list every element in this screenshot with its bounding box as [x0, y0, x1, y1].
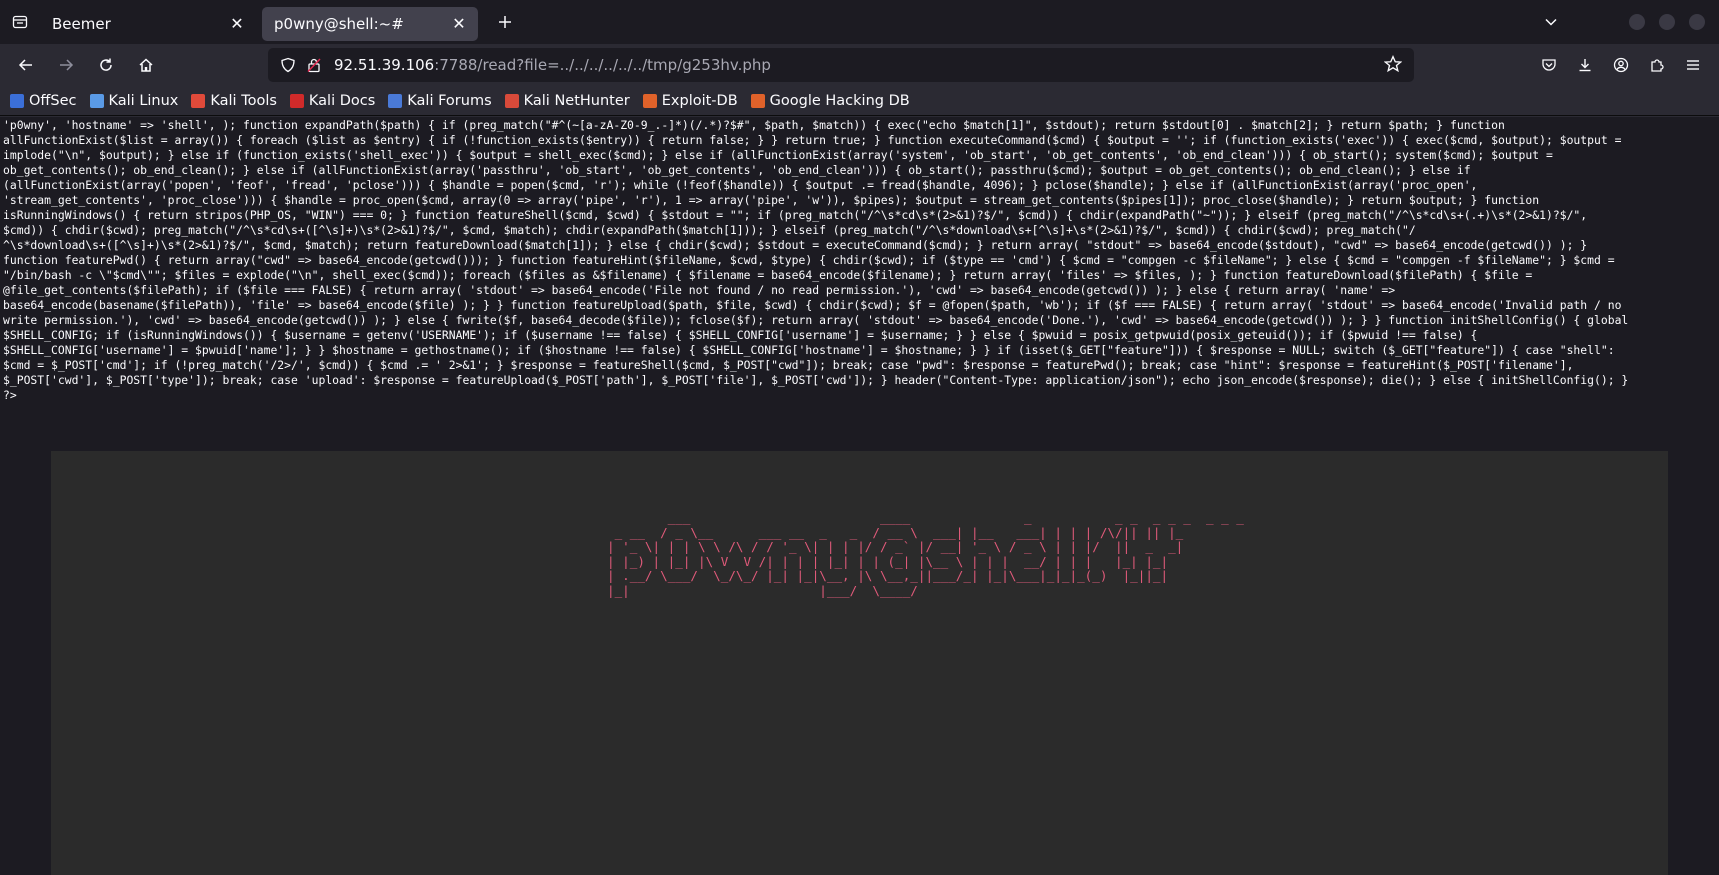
reload-button[interactable] — [90, 49, 122, 81]
url-bar[interactable]: 92.51.39.106:7788/read?file=../../../../… — [268, 48, 1414, 82]
source-line: 'stream_get_contents', 'proc_close'))) {… — [3, 193, 1540, 207]
puzzle-piece-icon — [1651, 59, 1664, 72]
new-tab-button[interactable] — [488, 5, 522, 39]
bookmark-label: Kali Docs — [308, 92, 376, 109]
bookmark-label: Kali NetHunter — [523, 92, 630, 109]
bookmark-label: Google Hacking DB — [769, 92, 910, 109]
ghdb-icon — [750, 93, 765, 108]
source-line: $cmd)) { chdir($cwd); preg_match("/^\s*c… — [3, 223, 1416, 237]
home-icon — [139, 58, 153, 72]
source-line: base64_encode(basename($filePath)), 'fil… — [3, 298, 1622, 312]
tab-p0wny-shell[interactable]: p0wny@shell:~# ✕ — [262, 7, 478, 41]
source-line: @file_get_contents($filePath); if ($file… — [3, 283, 1396, 297]
offsec-icon — [10, 93, 24, 108]
url-text[interactable]: 92.51.39.106:7788/read?file=../../../../… — [334, 56, 771, 74]
source-line: $SHELL_CONFIG; if (isRunningWindows()) {… — [3, 328, 1478, 342]
tab-title: Beemer — [52, 15, 111, 33]
chevron-down-icon — [1545, 18, 1557, 26]
navigation-toolbar: 92.51.39.106:7788/read?file=../../../../… — [0, 44, 1719, 86]
source-line: "/bin/bash -c \"$cmd\""; $files = explod… — [3, 268, 1533, 282]
source-line: function featurePwd() { return array("cw… — [3, 253, 1615, 267]
source-line: allFunctionExist($list = array()) { fore… — [3, 133, 1622, 147]
home-button[interactable] — [130, 49, 162, 81]
nethunter-icon — [504, 93, 519, 108]
source-line: isRunningWindows() { return stripos(PHP_… — [3, 208, 1588, 222]
reload-icon — [100, 58, 112, 71]
php-source-text: 'p0wny', 'hostname' => 'shell', ); funct… — [3, 118, 1715, 403]
bookmark-label: Kali Forums — [407, 92, 492, 109]
bookmark-kali-tools[interactable]: Kali Tools — [191, 93, 277, 109]
bookmarks-toolbar: OffSec Kali Linux Kali Tools Kali Docs Kali … — [0, 86, 1719, 116]
minimize-window-button[interactable] — [1629, 14, 1645, 30]
source-line: ^\s*download\s+([^\s]+)\s*(2>&1)?$/", $c… — [3, 238, 1588, 252]
bookmark-kali-docs[interactable]: Kali Docs — [289, 92, 376, 109]
bookmark-label: Kali Linux — [108, 92, 179, 109]
bookmark-kali-forums[interactable]: Kali Forums — [388, 92, 492, 109]
source-line: implode("\n", $output); } else if (funct… — [3, 148, 1553, 162]
close-window-button[interactable] — [1689, 14, 1705, 30]
source-line: 'p0wny', 'hostname' => 'shell', ); funct… — [3, 118, 1505, 132]
maximize-window-button[interactable] — [1659, 14, 1675, 30]
kali-forums-icon — [388, 93, 403, 108]
arrow-left-icon — [18, 59, 32, 71]
page-content: 'p0wny', 'hostname' => 'shell', ); funct… — [0, 117, 1719, 875]
account-icon — [1613, 57, 1629, 73]
bookmark-star-icon[interactable] — [1384, 55, 1404, 75]
source-line: write permission.'), 'cwd' => base64_enc… — [3, 313, 1629, 327]
app-menu-button[interactable] — [1677, 49, 1709, 81]
bookmark-kali-linux[interactable]: Kali Linux — [89, 92, 179, 109]
hamburger-menu-icon — [1687, 60, 1699, 70]
source-line: ob_get_contents(); ob_end_clean(); } els… — [3, 163, 1471, 177]
bookmark-label: Kali Tools — [210, 92, 277, 109]
tab-beemer[interactable]: Beemer ✕ — [40, 7, 256, 41]
close-tab-icon[interactable]: ✕ — [228, 15, 246, 33]
kali-dragon-icon — [89, 93, 104, 108]
bookmark-exploit-db[interactable]: Exploit-DB — [642, 92, 738, 109]
exploit-db-icon — [642, 93, 657, 108]
bookmark-offsec[interactable]: OffSec — [10, 93, 77, 109]
tab-bar: Beemer ✕ p0wny@shell:~# ✕ — [0, 0, 1719, 44]
pocket-button[interactable] — [1533, 49, 1565, 81]
firefox-view-icon — [12, 15, 28, 29]
bookmark-label: OffSec — [29, 92, 77, 109]
tab-title: p0wny@shell:~# — [274, 15, 404, 33]
page-info-insecure-icon[interactable] — [304, 55, 324, 75]
tracking-protection-shield-icon[interactable] — [278, 55, 298, 75]
downloads-button[interactable] — [1569, 49, 1601, 81]
close-tab-icon[interactable]: ✕ — [450, 15, 468, 33]
arrow-right-icon — [60, 59, 74, 71]
download-icon — [1579, 59, 1591, 72]
bookmark-kali-nethunter[interactable]: Kali NetHunter — [504, 92, 630, 109]
extensions-button[interactable] — [1641, 49, 1673, 81]
url-host: 92.51.39.106 — [334, 56, 435, 74]
source-line: (allFunctionExist(array('popen', 'feof',… — [3, 178, 1478, 192]
back-button[interactable] — [10, 49, 42, 81]
account-button[interactable] — [1605, 49, 1637, 81]
source-line: ?> — [3, 388, 17, 402]
p0wny-shell-panel: ___ ____ _ _ _ _ _ _ _ _ _ _ __ / _ \__ … — [51, 451, 1668, 875]
list-all-tabs-button[interactable] — [1533, 4, 1569, 40]
firefox-view-button[interactable] — [0, 0, 40, 44]
forward-button[interactable] — [50, 49, 82, 81]
source-line: $cmd = $_POST['cmd']; if (!preg_match('/… — [3, 358, 1574, 372]
kali-docs-icon — [289, 93, 304, 108]
source-line: $SHELL_CONFIG['username'] = $pwuid['name… — [3, 343, 1615, 357]
kali-tools-icon — [191, 93, 206, 108]
url-path: :7788/read?file=../../../../../../tmp/g2… — [434, 56, 771, 74]
p0wny-shell-ascii-banner: ___ ____ _ _ _ _ _ _ _ _ _ _ __ / _ \__ … — [607, 510, 1244, 598]
source-line: $_POST['cwd'], $_POST['type']); break; c… — [3, 373, 1629, 387]
bookmark-label: Exploit-DB — [661, 92, 738, 109]
bookmark-google-hacking-db[interactable]: Google Hacking DB — [750, 92, 910, 109]
plus-icon — [499, 16, 511, 28]
pocket-icon — [1542, 59, 1556, 71]
